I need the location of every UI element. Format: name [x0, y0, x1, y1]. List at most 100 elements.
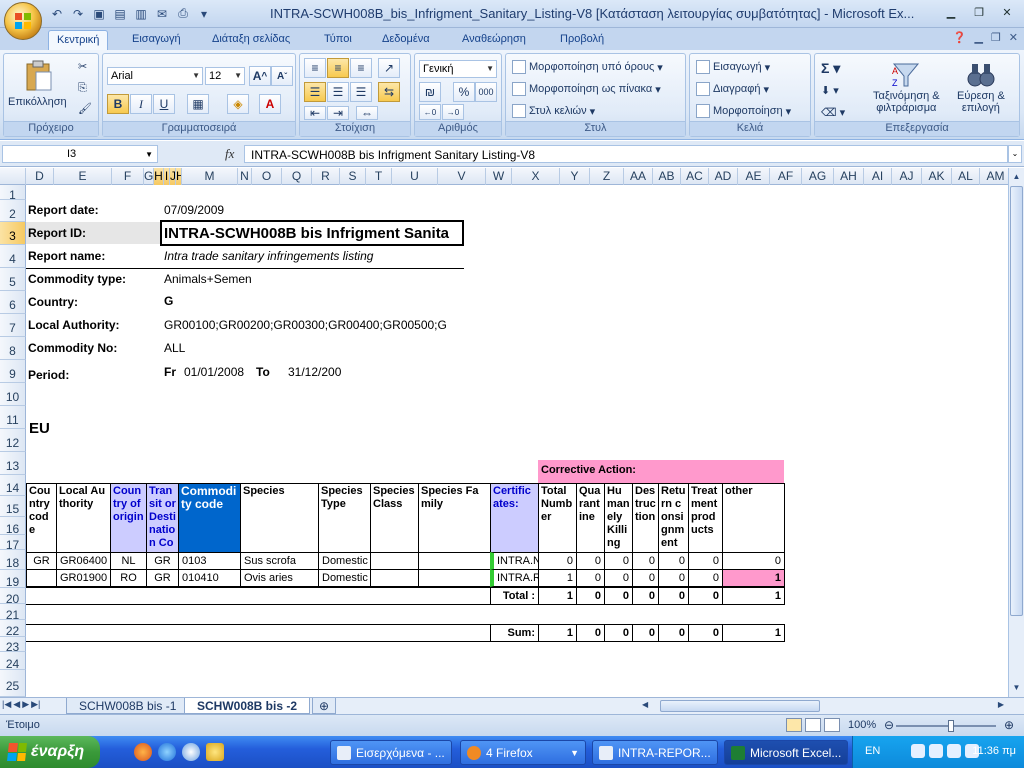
row-header-12[interactable]: 12: [0, 429, 26, 452]
close-icon[interactable]: ✕: [994, 3, 1020, 21]
sheet-tab-2[interactable]: SCHW008B bis -2: [184, 698, 311, 714]
column-header-h[interactable]: H: [154, 168, 164, 185]
email-icon[interactable]: ✉: [153, 5, 171, 22]
align-left-icon[interactable]: ☰: [304, 82, 326, 102]
horizontal-scrollbar[interactable]: ◀ ▶: [640, 700, 1006, 713]
firefox-icon[interactable]: [134, 743, 152, 761]
column-header-d[interactable]: D: [26, 168, 54, 185]
table-cell[interactable]: 0: [688, 552, 723, 570]
total-cell[interactable]: 1: [722, 587, 785, 605]
conditional-formatting-button[interactable]: Μορφοποίηση υπό όρους ▾: [512, 60, 663, 74]
column-header-z[interactable]: Z: [590, 168, 624, 185]
merge-center-icon[interactable]: ⇔: [356, 106, 378, 120]
row-header-20[interactable]: 20: [0, 588, 26, 606]
shrink-font-icon[interactable]: Aˇ: [271, 66, 293, 86]
sum-cell[interactable]: 0: [688, 624, 723, 642]
language-indicator[interactable]: EN: [865, 745, 880, 757]
table-cell[interactable]: GR06400: [56, 552, 111, 570]
minimize-icon[interactable]: ▁: [938, 3, 964, 21]
row-header-7[interactable]: 7: [0, 314, 26, 337]
tab-home[interactable]: Κεντρική: [48, 30, 109, 50]
align-middle-icon[interactable]: ≡: [327, 58, 349, 78]
column-header-u[interactable]: U: [392, 168, 438, 185]
column-header-ah[interactable]: AH: [834, 168, 864, 185]
total-cell[interactable]: 0: [688, 587, 723, 605]
increase-indent-icon[interactable]: ⇥: [327, 106, 349, 120]
row-header-9[interactable]: 9: [0, 360, 26, 383]
total-cell[interactable]: 0: [576, 587, 605, 605]
copy-icon[interactable]: ⎘: [78, 82, 87, 95]
zoom-out-icon[interactable]: ⊖: [884, 718, 894, 732]
row-header-15[interactable]: 15: [0, 496, 26, 517]
table-cell[interactable]: 1: [722, 569, 785, 587]
align-right-icon[interactable]: ☰: [350, 82, 372, 102]
table-cell[interactable]: 0: [538, 552, 577, 570]
column-header-t[interactable]: T: [366, 168, 392, 185]
scroll-right-icon[interactable]: ▶: [998, 700, 1004, 709]
table-header-cell[interactable]: Certificates:: [490, 483, 539, 553]
column-header-ai[interactable]: AI: [864, 168, 892, 185]
table-cell[interactable]: Sus scrofa: [240, 552, 319, 570]
format-cells-button[interactable]: Μορφοποίηση ▾: [696, 104, 791, 118]
format-as-table-button[interactable]: Μορφοποίηση ως πίνακα ▾: [512, 82, 661, 96]
commodity-no-value[interactable]: ALL: [164, 341, 185, 355]
column-header-s[interactable]: S: [340, 168, 366, 185]
insert-cells-button[interactable]: Εισαγωγή ▾: [696, 60, 770, 74]
scroll-down-icon[interactable]: ▼: [1010, 680, 1023, 695]
table-cell[interactable]: 0103: [178, 552, 241, 570]
clear-icon[interactable]: ⌫ ▾: [821, 106, 845, 119]
zoom-slider-knob[interactable]: [948, 720, 954, 732]
column-header-ae[interactable]: AE: [738, 168, 770, 185]
expand-formula-icon[interactable]: ⌄: [1008, 145, 1022, 163]
table-header-cell[interactable]: Total Number: [538, 483, 577, 553]
italic-icon[interactable]: I: [130, 94, 152, 114]
customize-qat-icon[interactable]: ▾: [195, 5, 213, 22]
report-id-cell[interactable]: INTRA-SCWH008B bis Infrigment Sanita: [160, 220, 464, 246]
column-header-q[interactable]: Q: [282, 168, 312, 185]
row-header-8[interactable]: 8: [0, 337, 26, 360]
table-cell[interactable]: 0: [688, 569, 723, 587]
table-header-cell[interactable]: Country code: [26, 483, 57, 553]
table-cell[interactable]: 0: [722, 552, 785, 570]
sum-cell[interactable]: 0: [632, 624, 659, 642]
row-header-19[interactable]: 19: [0, 570, 26, 589]
table-header-cell[interactable]: Species Type: [318, 483, 371, 553]
tab-review[interactable]: Αναθεώρηση: [454, 30, 534, 50]
formula-input[interactable]: INTRA-SCWH008B bis Infrigment Sanitary L…: [244, 145, 1008, 163]
open-icon[interactable]: ▥: [132, 5, 150, 22]
redo-icon[interactable]: ↷: [69, 5, 87, 22]
column-header-m[interactable]: M: [182, 168, 238, 185]
paste-label[interactable]: Επικόλληση: [8, 96, 67, 108]
table-header-cell[interactable]: other: [722, 483, 785, 553]
align-center-icon[interactable]: ☰: [327, 82, 349, 102]
table-header-cell[interactable]: Species: [240, 483, 319, 553]
decrease-indent-icon[interactable]: ⇤: [304, 106, 326, 120]
format-painter-icon[interactable]: 🖌: [78, 102, 92, 115]
tab-insert[interactable]: Εισαγωγή: [124, 30, 189, 50]
table-cell[interactable]: GR: [146, 569, 179, 587]
first-sheet-icon[interactable]: |◀: [2, 699, 11, 710]
table-cell[interactable]: Domestic: [318, 569, 371, 587]
ribbon-close-icon[interactable]: ✕: [1009, 31, 1018, 44]
table-cell[interactable]: [418, 552, 491, 570]
tab-page-layout[interactable]: Διάταξη σελίδας: [204, 30, 298, 50]
column-header-ab[interactable]: AB: [653, 168, 681, 185]
column-header-aa[interactable]: AA: [624, 168, 653, 185]
font-size-combo[interactable]: 12 ▼: [205, 67, 245, 85]
column-header-o[interactable]: O: [252, 168, 282, 185]
accounting-format-icon[interactable]: ₪: [419, 82, 441, 102]
table-header-cell[interactable]: Country of origin: [110, 483, 147, 553]
table-cell[interactable]: 0: [632, 569, 659, 587]
table-cell[interactable]: 0: [604, 552, 633, 570]
font-name-combo[interactable]: Arial ▼: [107, 67, 203, 85]
row-header-25[interactable]: 25: [0, 670, 26, 697]
column-header-x[interactable]: X: [512, 168, 560, 185]
corrective-action-header[interactable]: Corrective Action:: [538, 460, 784, 483]
table-header-cell[interactable]: Species Family: [418, 483, 491, 553]
task-inbox[interactable]: Εισερχόμενα - ...: [330, 740, 452, 765]
table-cell[interactable]: 0: [658, 569, 689, 587]
row-header-5[interactable]: 5: [0, 268, 26, 291]
row-header-1[interactable]: 1: [0, 185, 26, 202]
delete-cells-button[interactable]: Διαγραφή ▾: [696, 82, 769, 96]
orientation-icon[interactable]: ↗: [378, 58, 400, 78]
